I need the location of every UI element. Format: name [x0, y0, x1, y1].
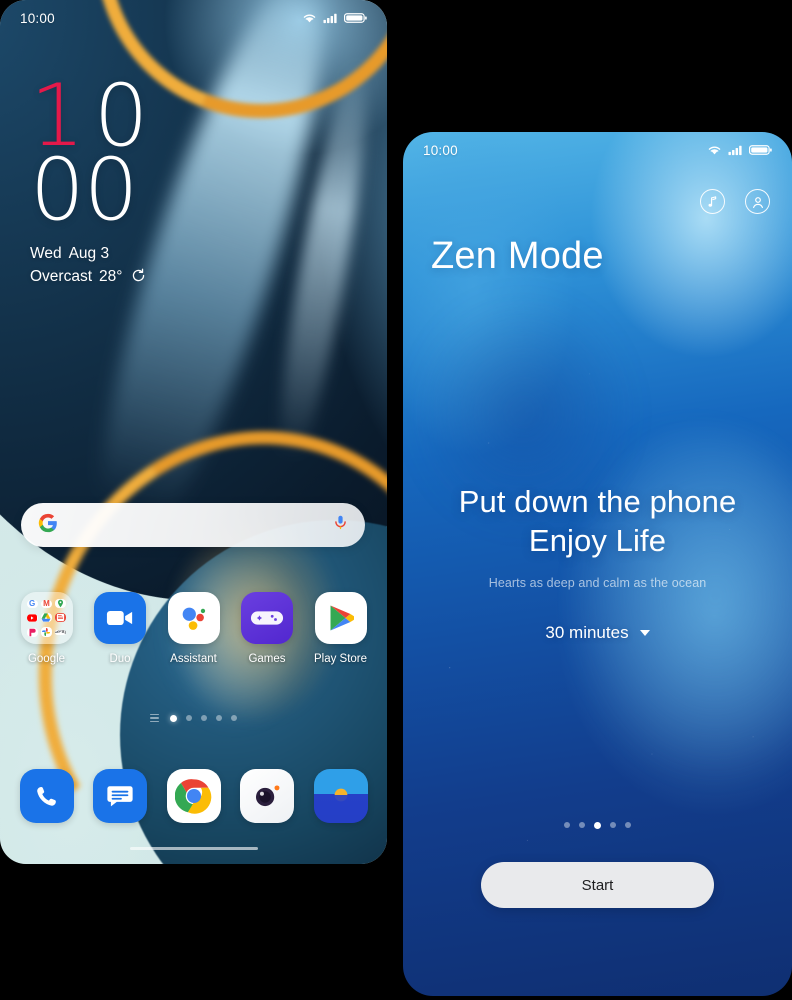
app-label: Google — [27, 653, 66, 665]
play-store-icon — [314, 592, 367, 644]
camera-icon — [240, 769, 294, 823]
screenshot-stage: 10:00 1 0 00 Wed Aug 3 Overcast 28° G M … — [0, 0, 792, 1000]
google-search-bar[interactable] — [21, 503, 365, 547]
zen-page-title: Zen Mode — [431, 235, 604, 277]
page-dot[interactable] — [564, 822, 570, 828]
google-g-icon — [37, 512, 59, 539]
wifi-icon — [708, 146, 721, 155]
app-label: Play Store — [313, 653, 368, 665]
status-icons — [707, 144, 772, 156]
app-google-folder[interactable]: G M GPay Google — [10, 592, 83, 665]
page-dot[interactable] — [170, 714, 177, 722]
home-status-bar: 10:00 — [0, 0, 387, 36]
zen-headline-line2: Enjoy Life — [528, 523, 667, 559]
home-app-row: G M GPay Google Duo Assistant Games Play… — [10, 592, 377, 665]
page-dot[interactable] — [186, 715, 192, 722]
google-folder-icon: G M GPay — [20, 592, 73, 644]
dock-item-gallery[interactable] — [304, 769, 377, 823]
dock-item-phone[interactable] — [10, 769, 83, 823]
home-dock — [10, 769, 377, 823]
weather-condition: Overcast — [30, 268, 93, 286]
app-duo[interactable]: Duo — [84, 592, 157, 665]
chevron-down-icon — [639, 630, 650, 637]
zen-headline: Put down the phone Enjoy Life — [403, 482, 792, 560]
refresh-icon[interactable] — [131, 267, 146, 290]
microphone-icon[interactable] — [332, 514, 349, 536]
zen-top-icons — [700, 189, 770, 214]
page-menu-icon[interactable] — [150, 714, 159, 723]
status-time: 10:00 — [20, 10, 55, 26]
page-dot[interactable] — [579, 822, 585, 828]
zen-subtitle: Hearts as deep and calm as the ocean — [488, 576, 707, 591]
phone-zen-mode: 10:00 Zen Mode Put down the phone Enjoy … — [403, 132, 792, 996]
wifi-icon — [303, 14, 316, 23]
page-dot[interactable] — [216, 715, 222, 722]
dock-item-chrome[interactable] — [157, 769, 230, 823]
page-dot[interactable] — [201, 715, 207, 722]
app-assistant[interactable]: Assistant — [157, 592, 230, 665]
clock-month-day: Aug 3 — [68, 244, 110, 262]
zen-duration-value: 30 minutes — [545, 623, 629, 643]
home-indicator-bar — [129, 847, 258, 850]
zen-start-button[interactable]: Start — [481, 862, 714, 908]
phone-home-screen: 10:00 1 0 00 Wed Aug 3 Overcast 28° G M … — [0, 0, 387, 864]
phone-icon — [19, 769, 74, 823]
signal-icon — [323, 13, 337, 24]
zen-headline-line1: Put down the phone — [458, 484, 737, 519]
clock-weekday: Wed — [30, 244, 62, 262]
clock-meta: Wed Aug 3 Overcast 28° — [30, 242, 147, 291]
zen-center-block: Put down the phone Enjoy Life Hearts as … — [403, 482, 792, 643]
clock-minutes: 00 — [30, 139, 147, 240]
signal-icon — [728, 145, 742, 156]
profile-icon[interactable] — [745, 189, 770, 214]
music-note-icon[interactable] — [700, 189, 725, 214]
zen-status-bar: 10:00 — [403, 132, 792, 168]
battery-icon — [344, 13, 367, 23]
app-play-store[interactable]: Play Store — [304, 592, 377, 665]
app-label: Games — [248, 653, 286, 665]
clock-weather-line: Overcast 28° — [30, 265, 147, 290]
weather-temperature: 28° — [99, 268, 123, 286]
clock-minute-digits: 00 — [30, 139, 138, 240]
games-gamepad-icon — [241, 592, 293, 644]
app-label: Assistant — [170, 653, 217, 665]
dock-item-camera[interactable] — [231, 769, 304, 823]
page-dot[interactable] — [610, 822, 616, 828]
messages-icon — [93, 769, 147, 823]
app-label: Duo — [109, 653, 131, 665]
chrome-icon — [166, 769, 221, 823]
clock-date-line: Wed Aug 3 — [30, 242, 147, 265]
home-page-indicator[interactable] — [0, 714, 387, 723]
zen-page-indicator[interactable] — [403, 822, 792, 829]
clock-widget[interactable]: 1 0 00 Wed Aug 3 Overcast 28° — [30, 73, 148, 291]
duo-video-icon — [94, 592, 146, 644]
status-time: 10:00 — [423, 142, 458, 158]
page-dot[interactable] — [231, 715, 237, 722]
zen-duration-selector[interactable]: 30 minutes — [545, 623, 650, 643]
page-dot[interactable] — [594, 822, 601, 829]
dock-item-messages[interactable] — [84, 769, 157, 823]
gallery-icon — [313, 769, 368, 823]
battery-icon — [749, 145, 772, 155]
status-icons — [302, 12, 367, 24]
page-dot[interactable] — [625, 822, 631, 828]
google-assistant-icon — [167, 592, 220, 644]
app-games[interactable]: Games — [231, 592, 304, 665]
search-input[interactable] — [69, 517, 322, 533]
